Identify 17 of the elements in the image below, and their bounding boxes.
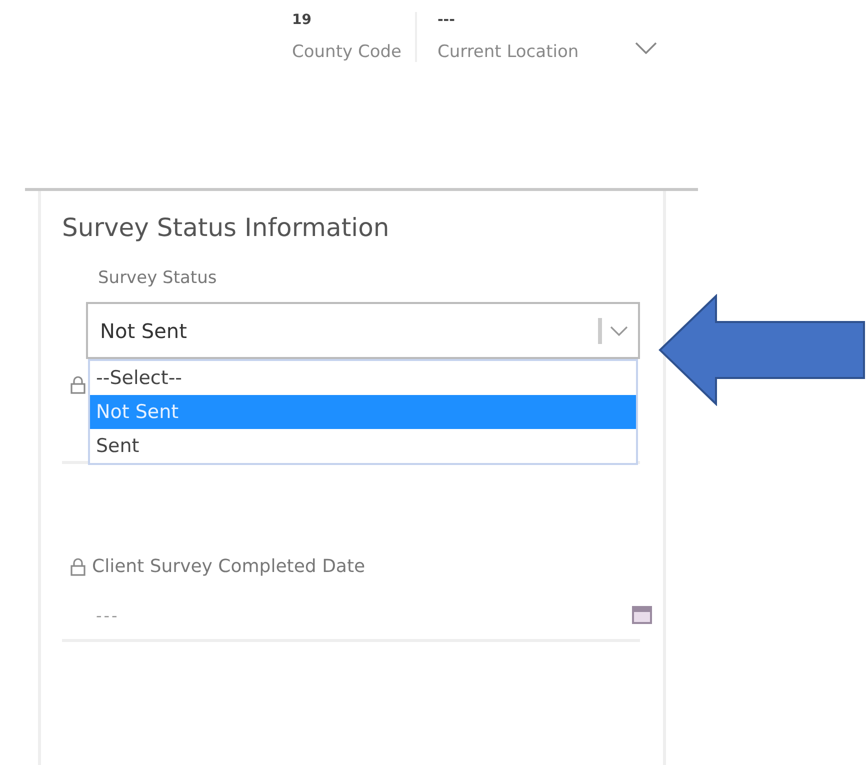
calendar-icon[interactable] (632, 605, 652, 625)
section-title: Survey Status Information (62, 213, 390, 242)
lock-icon (70, 556, 86, 576)
survey-status-dropdown[interactable]: Not Sent (86, 302, 640, 359)
field-value: --- (437, 12, 456, 28)
lock-icon (70, 375, 86, 395)
dropdown-option[interactable]: --Select-- (90, 361, 636, 395)
field-label: Client Survey Completed Date (92, 556, 366, 577)
chevron-down-icon (610, 326, 628, 336)
field-label: Current Location (437, 42, 579, 62)
arrow-icon (658, 294, 866, 406)
chevron-down-icon[interactable] (634, 42, 657, 54)
dropdown-option[interactable]: Sent (90, 429, 636, 463)
field-label: County Code (292, 42, 402, 62)
field-value: --- (96, 606, 120, 624)
field-label: Survey Status (98, 268, 218, 288)
field-value: 19 (292, 12, 312, 28)
